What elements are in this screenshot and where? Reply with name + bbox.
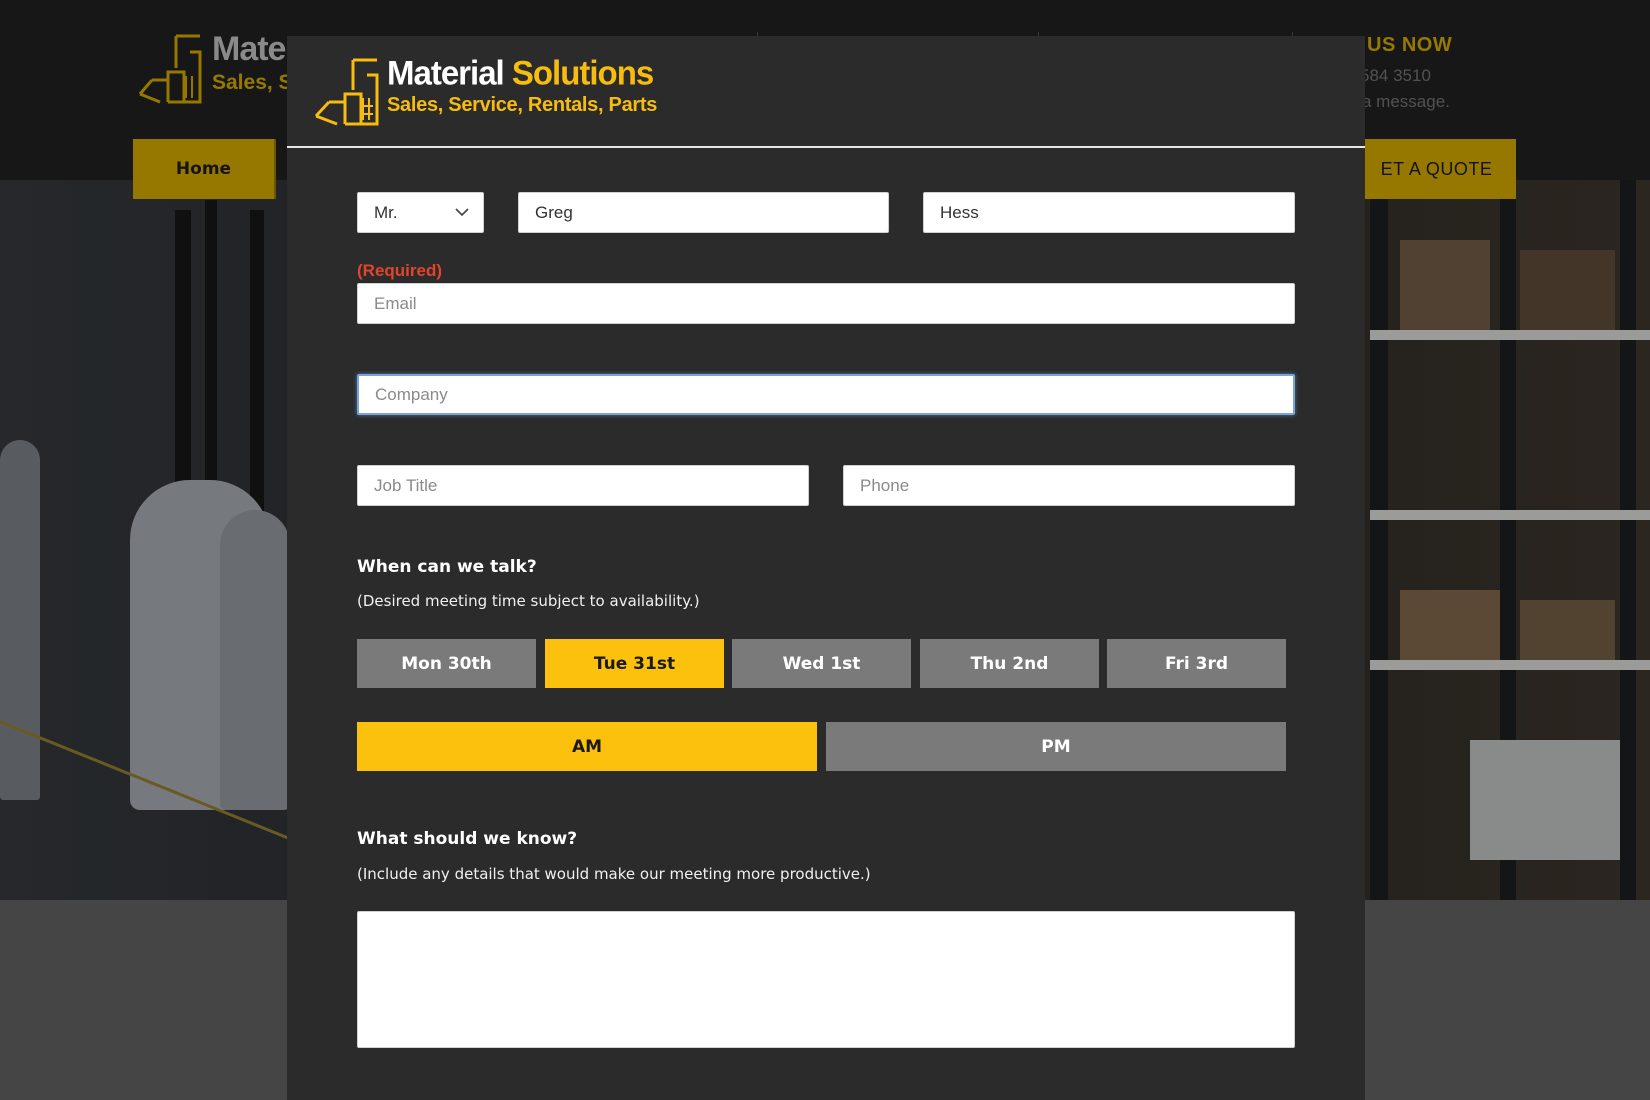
- details-textarea[interactable]: [357, 911, 1295, 1048]
- logo-title-solutions: Solutions: [511, 53, 654, 92]
- salutation-value: Mr.: [374, 202, 398, 222]
- modal-logo: Material Solutions Sales, Service, Renta…: [313, 55, 658, 128]
- company-field[interactable]: [357, 374, 1295, 415]
- email-field[interactable]: [357, 283, 1295, 324]
- day-button-tue[interactable]: Tue 31st: [545, 639, 724, 688]
- logo-title-material: Material: [387, 53, 505, 92]
- pm-button[interactable]: PM: [826, 722, 1286, 771]
- phone-field[interactable]: [843, 465, 1295, 506]
- when-subtitle: (Desired meeting time subject to availab…: [357, 592, 700, 610]
- required-label: (Required): [357, 261, 442, 280]
- last-name-field[interactable]: [923, 192, 1295, 233]
- job-title-input[interactable]: [374, 466, 808, 505]
- modal-header-divider: [287, 146, 1365, 148]
- what-title: What should we know?: [357, 829, 578, 849]
- first-name-input[interactable]: [535, 193, 888, 232]
- details-textarea-input[interactable]: [358, 912, 1294, 1047]
- modal-logo-subtitle: Sales, Service, Rentals, Parts: [387, 94, 658, 116]
- contact-modal: Material Solutions Sales, Service, Renta…: [287, 36, 1365, 1100]
- modal-header: Material Solutions Sales, Service, Renta…: [287, 36, 1365, 148]
- day-button-wed[interactable]: Wed 1st: [732, 639, 911, 688]
- last-name-input[interactable]: [940, 193, 1294, 232]
- when-title: When can we talk?: [357, 557, 537, 577]
- company-input[interactable]: [375, 376, 1293, 413]
- phone-input[interactable]: [860, 466, 1294, 505]
- day-button-mon[interactable]: Mon 30th: [357, 639, 536, 688]
- day-button-thu[interactable]: Thu 2nd: [920, 639, 1099, 688]
- am-button[interactable]: AM: [357, 722, 817, 771]
- salutation-select[interactable]: Mr.: [357, 192, 484, 233]
- modal-logo-title: Material Solutions: [387, 55, 657, 90]
- what-subtitle: (Include any details that would make our…: [357, 865, 871, 883]
- job-title-field[interactable]: [357, 465, 809, 506]
- chevron-down-icon: [455, 208, 469, 217]
- forklift-logo-icon: [314, 58, 379, 126]
- first-name-field[interactable]: [518, 192, 889, 233]
- email-input[interactable]: [374, 284, 1294, 323]
- day-button-fri[interactable]: Fri 3rd: [1107, 639, 1286, 688]
